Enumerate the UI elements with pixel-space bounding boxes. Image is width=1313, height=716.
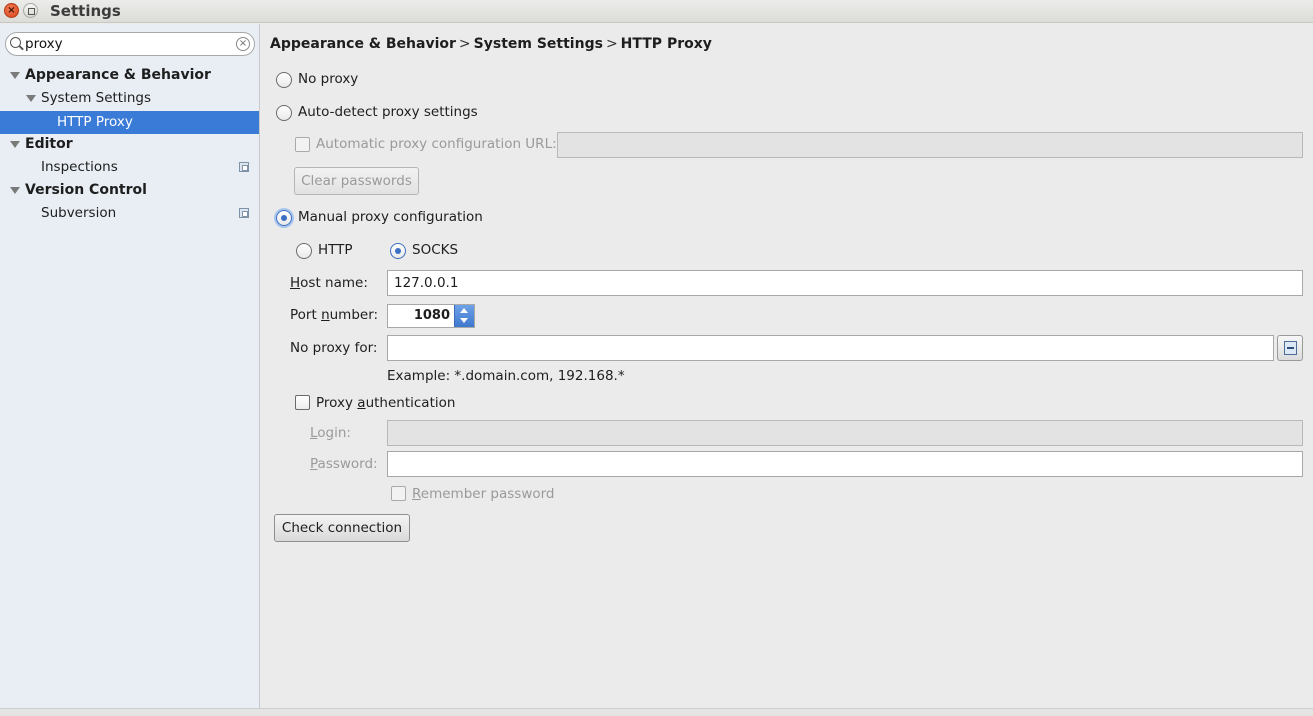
no-proxy-example-hint: Example: *.domain.com, 192.168.* bbox=[387, 368, 625, 384]
clear-passwords-button[interactable]: Clear passwords bbox=[294, 167, 419, 195]
breadcrumb-appearance: Appearance & Behavior bbox=[270, 36, 456, 52]
breadcrumb-separator: > bbox=[458, 36, 471, 52]
tree-item-subversion[interactable]: Subversion bbox=[0, 202, 259, 225]
auto-config-url-checkbox[interactable] bbox=[295, 137, 310, 152]
port-number-value[interactable]: 1080 bbox=[414, 305, 450, 327]
check-connection-button[interactable]: Check connection bbox=[274, 514, 410, 542]
settings-search-input[interactable]: proxy × bbox=[5, 32, 255, 56]
expand-icon bbox=[1284, 341, 1297, 355]
expand-arrow-icon[interactable] bbox=[26, 95, 36, 102]
close-window-button[interactable]: × bbox=[4, 3, 19, 18]
http-type-label[interactable]: HTTP bbox=[318, 242, 353, 258]
expand-field-button[interactable] bbox=[1277, 335, 1303, 361]
project-scope-icon bbox=[239, 208, 249, 218]
manual-proxy-radio[interactable] bbox=[276, 210, 292, 226]
password-label: Password: bbox=[310, 456, 378, 472]
increment-arrow-icon[interactable] bbox=[460, 308, 468, 313]
http-proxy-panel: Appearance & Behavior > System Settings > HT… bbox=[261, 24, 1313, 708]
tree-item-label: Version Control bbox=[25, 182, 147, 198]
auto-config-url-field[interactable] bbox=[557, 132, 1303, 158]
no-proxy-for-field[interactable] bbox=[387, 335, 1274, 361]
search-icon bbox=[10, 37, 21, 48]
proxy-authentication-checkbox[interactable] bbox=[295, 395, 310, 410]
proxy-authentication-label[interactable]: Proxy authentication bbox=[316, 395, 455, 411]
tree-item-http-proxy[interactable]: HTTP Proxy bbox=[0, 111, 259, 134]
no-proxy-radio[interactable] bbox=[276, 72, 292, 88]
title-bar: × Settings bbox=[0, 0, 1313, 23]
login-field[interactable] bbox=[387, 420, 1303, 446]
tree-item-editor[interactable]: Editor bbox=[0, 133, 259, 156]
tree-item-label: System Settings bbox=[41, 90, 152, 106]
project-scope-icon bbox=[239, 162, 249, 172]
http-type-radio[interactable] bbox=[296, 243, 312, 259]
maximize-window-button[interactable] bbox=[23, 3, 38, 18]
port-number-spinner[interactable]: 1080 bbox=[387, 304, 475, 328]
no-proxy-for-label: No proxy for: bbox=[290, 340, 378, 356]
tree-item-inspections[interactable]: Inspections bbox=[0, 156, 259, 179]
tree-item-label: Subversion bbox=[41, 205, 117, 221]
password-field[interactable] bbox=[387, 451, 1303, 477]
remember-password-checkbox[interactable] bbox=[391, 486, 406, 501]
expand-arrow-icon[interactable] bbox=[10, 72, 20, 79]
tree-item-label: HTTP Proxy bbox=[57, 114, 133, 130]
auto-detect-label[interactable]: Auto-detect proxy settings bbox=[298, 104, 478, 120]
expand-arrow-icon[interactable] bbox=[10, 187, 20, 194]
window-title: Settings bbox=[50, 2, 121, 20]
expand-arrow-icon[interactable] bbox=[10, 141, 20, 148]
manual-proxy-label[interactable]: Manual proxy configuration bbox=[298, 209, 483, 225]
settings-sidebar: proxy × Appearance & Behavior System Set… bbox=[0, 24, 260, 708]
breadcrumb-separator: > bbox=[605, 36, 618, 52]
breadcrumb-http-proxy: HTTP Proxy bbox=[620, 36, 712, 52]
socks-type-radio[interactable] bbox=[390, 243, 406, 259]
auto-detect-radio[interactable] bbox=[276, 105, 292, 121]
port-number-label: Port number: bbox=[290, 307, 379, 323]
login-label: Login: bbox=[310, 425, 351, 441]
host-name-label: Host name: bbox=[290, 275, 368, 291]
tree-item-label: Inspections bbox=[41, 159, 118, 175]
search-input-value[interactable]: proxy bbox=[25, 36, 63, 52]
clear-search-icon[interactable]: × bbox=[236, 37, 250, 51]
auto-config-url-label: Automatic proxy configuration URL: bbox=[316, 136, 557, 152]
tree-item-version-control[interactable]: Version Control bbox=[0, 179, 259, 202]
decrement-arrow-icon[interactable] bbox=[460, 318, 468, 323]
breadcrumb-system-settings: System Settings bbox=[473, 36, 603, 52]
bottom-bar bbox=[0, 708, 1313, 716]
breadcrumb: Appearance & Behavior > System Settings > HT… bbox=[270, 36, 712, 52]
host-name-field[interactable]: 127.0.0.1 bbox=[387, 270, 1303, 296]
port-stepper-buttons[interactable] bbox=[454, 305, 474, 327]
tree-item-appearance-behavior[interactable]: Appearance & Behavior bbox=[0, 64, 259, 87]
tree-item-system-settings[interactable]: System Settings bbox=[0, 87, 259, 110]
tree-item-label: Appearance & Behavior bbox=[25, 67, 211, 83]
remember-password-label: Remember password bbox=[412, 486, 555, 502]
tree-item-label: Editor bbox=[25, 136, 73, 152]
no-proxy-label[interactable]: No proxy bbox=[298, 71, 358, 87]
socks-type-label[interactable]: SOCKS bbox=[412, 242, 458, 258]
